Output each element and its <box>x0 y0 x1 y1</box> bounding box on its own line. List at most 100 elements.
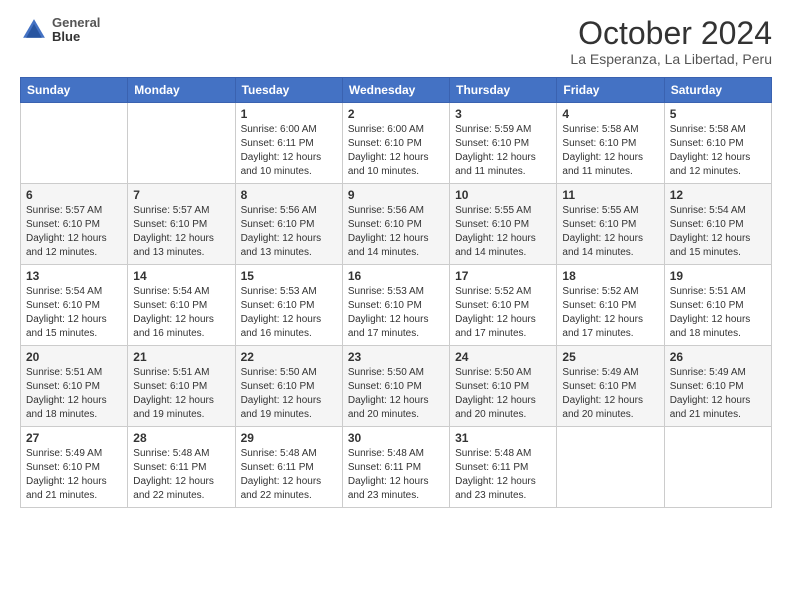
day-info: Sunrise: 5:54 AMSunset: 6:10 PMDaylight:… <box>670 204 766 260</box>
day-number: 14 <box>133 269 229 283</box>
calendar-cell: 21 Sunrise: 5:51 AMSunset: 6:10 PMDayligh… <box>128 346 235 427</box>
calendar-week-1: 1 Sunrise: 6:00 AMSunset: 6:11 PMDaylight… <box>21 103 772 184</box>
day-number: 20 <box>26 350 122 364</box>
calendar-cell: 27 Sunrise: 5:49 AMSunset: 6:10 PMDayligh… <box>21 427 128 508</box>
day-header-friday: Friday <box>557 78 664 103</box>
calendar-cell: 8 Sunrise: 5:56 AMSunset: 6:10 PMDaylight… <box>235 184 342 265</box>
day-number: 30 <box>348 431 444 445</box>
day-number: 28 <box>133 431 229 445</box>
calendar-cell: 3 Sunrise: 5:59 AMSunset: 6:10 PMDaylight… <box>450 103 557 184</box>
day-info: Sunrise: 5:51 AMSunset: 6:10 PMDaylight:… <box>26 366 122 422</box>
day-number: 23 <box>348 350 444 364</box>
day-number: 9 <box>348 188 444 202</box>
calendar-cell: 13Sunrise: 5:54 AMSunset: 6:10 PMDayligh… <box>21 265 128 346</box>
day-info: Sunrise: 5:55 AMSunset: 6:10 PMDaylight:… <box>455 204 551 260</box>
day-number: 22 <box>241 350 337 364</box>
day-number: 11 <box>562 188 658 202</box>
day-number: 29 <box>241 431 337 445</box>
day-number: 24 <box>455 350 551 364</box>
calendar-cell: 22 Sunrise: 5:50 AMSunset: 6:10 PMDayligh… <box>235 346 342 427</box>
day-header-saturday: Saturday <box>664 78 771 103</box>
page-title: October 2024 <box>570 16 772 51</box>
day-info: Sunrise: 5:53 AMSunset: 6:10 PMDaylight:… <box>348 285 444 341</box>
calendar-cell: 14 Sunrise: 5:54 AMSunset: 6:10 PMDayligh… <box>128 265 235 346</box>
day-info: Sunrise: 5:57 AMSunset: 6:10 PMDaylight:… <box>26 204 122 260</box>
calendar-cell: 15Sunrise: 5:53 AMSunset: 6:10 PMDayligh… <box>235 265 342 346</box>
day-info: Sunrise: 5:49 AMSunset: 6:10 PMDaylight:… <box>562 366 658 422</box>
day-info: Sunrise: 5:49 AMSunset: 6:10 PMDaylight:… <box>26 447 122 503</box>
day-info: Sunrise: 5:51 AMSunset: 6:10 PMDaylight:… <box>133 366 229 422</box>
day-number: 4 <box>562 107 658 121</box>
day-number: 21 <box>133 350 229 364</box>
calendar-cell: 5Sunrise: 5:58 AMSunset: 6:10 PMDaylight… <box>664 103 771 184</box>
day-header-tuesday: Tuesday <box>235 78 342 103</box>
day-number: 27 <box>26 431 122 445</box>
day-header-thursday: Thursday <box>450 78 557 103</box>
calendar-cell <box>557 427 664 508</box>
calendar-week-5: 27 Sunrise: 5:49 AMSunset: 6:10 PMDayligh… <box>21 427 772 508</box>
day-info: Sunrise: 5:48 AMSunset: 6:11 PMDaylight:… <box>455 447 551 503</box>
calendar-cell: 29 Sunrise: 5:48 AMSunset: 6:11 PMDayligh… <box>235 427 342 508</box>
calendar-week-3: 13Sunrise: 5:54 AMSunset: 6:10 PMDayligh… <box>21 265 772 346</box>
calendar-cell: 20 Sunrise: 5:51 AMSunset: 6:10 PMDayligh… <box>21 346 128 427</box>
calendar-cell: 11 Sunrise: 5:55 AMSunset: 6:10 PMDayligh… <box>557 184 664 265</box>
logo-icon <box>20 16 48 44</box>
calendar-cell: 23Sunrise: 5:50 AMSunset: 6:10 PMDayligh… <box>342 346 449 427</box>
calendar-cell: 30 Sunrise: 5:48 AMSunset: 6:11 PMDayligh… <box>342 427 449 508</box>
page-subtitle: La Esperanza, La Libertad, Peru <box>570 51 772 67</box>
calendar-cell: 10Sunrise: 5:55 AMSunset: 6:10 PMDayligh… <box>450 184 557 265</box>
day-number: 6 <box>26 188 122 202</box>
calendar-cell: 7Sunrise: 5:57 AMSunset: 6:10 PMDaylight… <box>128 184 235 265</box>
day-info: Sunrise: 5:59 AMSunset: 6:10 PMDaylight:… <box>455 123 551 179</box>
logo: General Blue <box>20 16 100 45</box>
day-number: 18 <box>562 269 658 283</box>
day-info: Sunrise: 5:51 AMSunset: 6:10 PMDaylight:… <box>670 285 766 341</box>
calendar-cell <box>128 103 235 184</box>
day-number: 1 <box>241 107 337 121</box>
calendar-cell: 4Sunrise: 5:58 AMSunset: 6:10 PMDaylight… <box>557 103 664 184</box>
day-number: 7 <box>133 188 229 202</box>
day-info: Sunrise: 5:50 AMSunset: 6:10 PMDaylight:… <box>241 366 337 422</box>
day-number: 26 <box>670 350 766 364</box>
day-info: Sunrise: 5:56 AMSunset: 6:10 PMDaylight:… <box>241 204 337 260</box>
day-info: Sunrise: 6:00 AMSunset: 6:10 PMDaylight:… <box>348 123 444 179</box>
header: General Blue October 2024 La Esperanza, … <box>20 16 772 67</box>
calendar-cell: 25 Sunrise: 5:49 AMSunset: 6:10 PMDayligh… <box>557 346 664 427</box>
day-info: Sunrise: 5:54 AMSunset: 6:10 PMDaylight:… <box>133 285 229 341</box>
day-number: 25 <box>562 350 658 364</box>
calendar-cell: 1 Sunrise: 6:00 AMSunset: 6:11 PMDaylight… <box>235 103 342 184</box>
day-number: 2 <box>348 107 444 121</box>
calendar-cell: 18 Sunrise: 5:52 AMSunset: 6:10 PMDayligh… <box>557 265 664 346</box>
calendar-cell <box>21 103 128 184</box>
calendar-table: SundayMondayTuesdayWednesdayThursdayFrid… <box>20 77 772 508</box>
calendar-week-4: 20 Sunrise: 5:51 AMSunset: 6:10 PMDayligh… <box>21 346 772 427</box>
page: General Blue October 2024 La Esperanza, … <box>0 0 792 612</box>
day-info: Sunrise: 5:54 AMSunset: 6:10 PMDaylight:… <box>26 285 122 341</box>
day-header-wednesday: Wednesday <box>342 78 449 103</box>
calendar-week-2: 6 Sunrise: 5:57 AMSunset: 6:10 PMDaylight… <box>21 184 772 265</box>
calendar-cell: 28 Sunrise: 5:48 AMSunset: 6:11 PMDayligh… <box>128 427 235 508</box>
day-info: Sunrise: 5:56 AMSunset: 6:10 PMDaylight:… <box>348 204 444 260</box>
calendar-cell: 19Sunrise: 5:51 AMSunset: 6:10 PMDayligh… <box>664 265 771 346</box>
day-number: 5 <box>670 107 766 121</box>
logo-line2: Blue <box>52 30 100 44</box>
day-info: Sunrise: 5:50 AMSunset: 6:10 PMDaylight:… <box>455 366 551 422</box>
day-info: Sunrise: 5:48 AMSunset: 6:11 PMDaylight:… <box>241 447 337 503</box>
calendar-cell: 12 Sunrise: 5:54 AMSunset: 6:10 PMDayligh… <box>664 184 771 265</box>
day-number: 8 <box>241 188 337 202</box>
day-info: Sunrise: 5:48 AMSunset: 6:11 PMDaylight:… <box>348 447 444 503</box>
day-header-sunday: Sunday <box>21 78 128 103</box>
day-info: Sunrise: 5:48 AMSunset: 6:11 PMDaylight:… <box>133 447 229 503</box>
logo-text: General Blue <box>52 16 100 45</box>
day-number: 31 <box>455 431 551 445</box>
day-info: Sunrise: 5:55 AMSunset: 6:10 PMDaylight:… <box>562 204 658 260</box>
calendar-cell: 6 Sunrise: 5:57 AMSunset: 6:10 PMDaylight… <box>21 184 128 265</box>
calendar-cell: 9 Sunrise: 5:56 AMSunset: 6:10 PMDaylight… <box>342 184 449 265</box>
day-info: Sunrise: 5:52 AMSunset: 6:10 PMDaylight:… <box>562 285 658 341</box>
day-number: 12 <box>670 188 766 202</box>
logo-line1: General <box>52 16 100 30</box>
header-row: SundayMondayTuesdayWednesdayThursdayFrid… <box>21 78 772 103</box>
day-number: 3 <box>455 107 551 121</box>
day-info: Sunrise: 6:00 AMSunset: 6:11 PMDaylight:… <box>241 123 337 179</box>
day-header-monday: Monday <box>128 78 235 103</box>
